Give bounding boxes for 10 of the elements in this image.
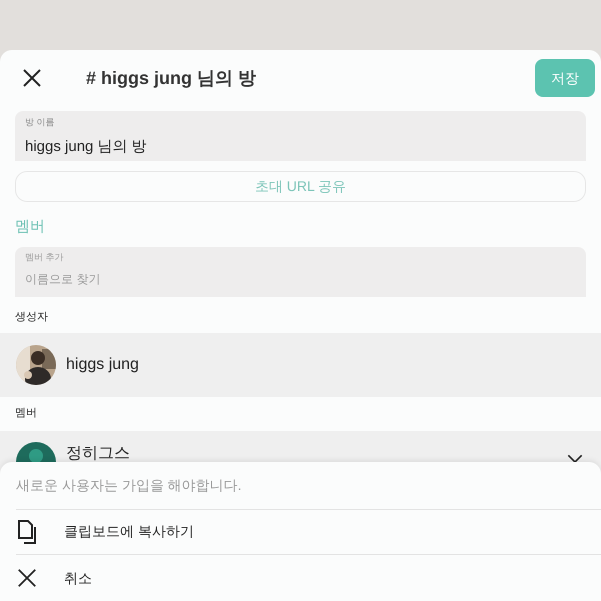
window-title: # higgs jung 님의 방 [86, 66, 257, 90]
sheet-note: 새로운 사용자는 가입을 해야합니다. [16, 462, 601, 510]
field-label: 방 이름 [25, 116, 56, 129]
field-label: 멤버 추가 [25, 250, 65, 264]
section-heading: 생성자 [15, 310, 49, 324]
member-name: higgs jung [66, 355, 139, 375]
section-heading: 멤버 [15, 217, 46, 237]
member-name: 정히그스 [66, 444, 131, 462]
section-heading: 멤버 [15, 406, 38, 421]
field-value: higgs jung 님의 방 [25, 136, 148, 156]
